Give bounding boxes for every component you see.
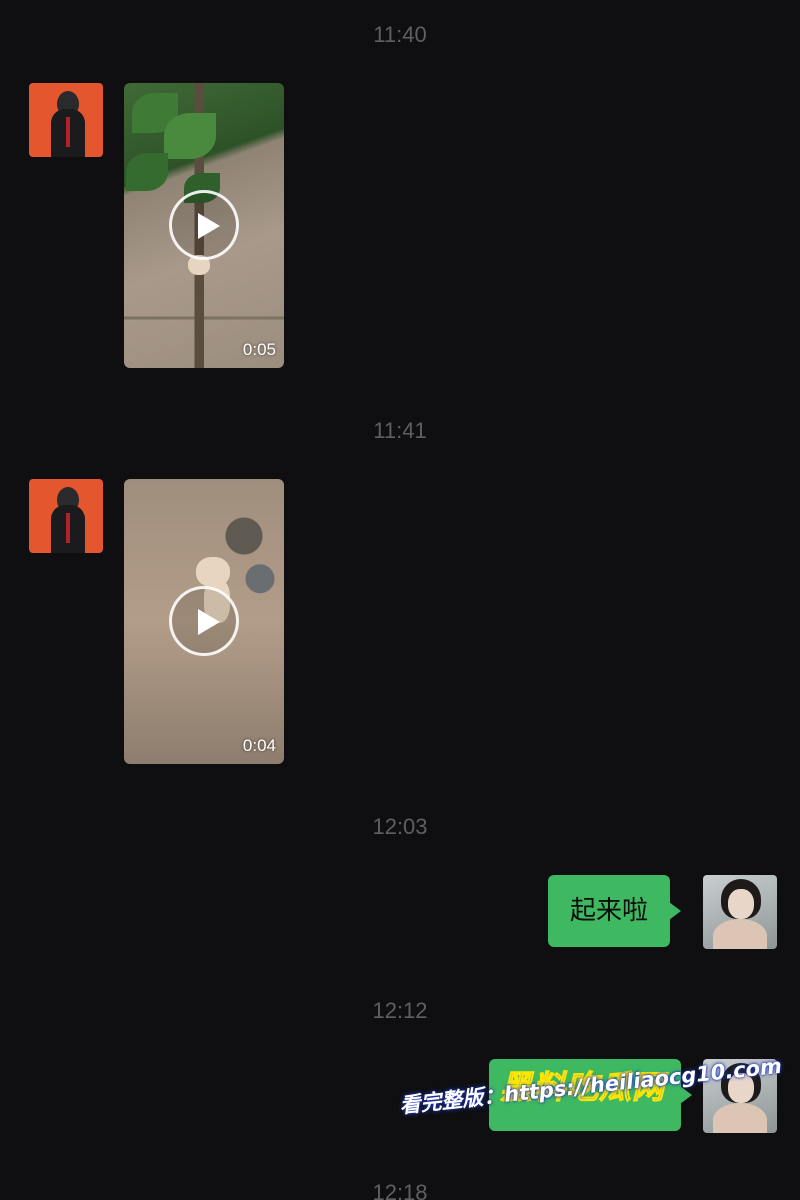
avatar-figure-tie [66,513,70,543]
sent-message-bubble[interactable]: 起来啦 [548,875,682,947]
video-duration: 0:05 [242,340,276,359]
play-icon[interactable] [169,190,239,260]
chat-screen: 11:40 0:05 11:41 0:04 12:03 起来啦 12:12 12… [0,0,800,1200]
self-avatar[interactable] [703,875,777,949]
avatar-face [728,889,754,919]
play-icon[interactable] [169,586,239,656]
video-message[interactable]: 0:05 [124,83,284,368]
avatar-figure-tie [66,117,70,147]
timestamp: 12:03 [372,814,428,839]
timestamp: 11:41 [373,418,427,443]
contact-avatar[interactable] [29,83,103,157]
video-message[interactable]: 0:04 [124,479,284,764]
timestamp: 12:18 [372,1180,428,1200]
avatar-shoulder [713,1103,767,1133]
video-thumbnail-leaf [126,153,168,191]
contact-avatar[interactable] [29,479,103,553]
video-thumbnail-leaf [164,113,216,159]
video-duration: 0:04 [242,736,276,755]
timestamp: 12:12 [372,998,428,1023]
timestamp: 11:40 [373,22,427,47]
avatar-shoulder [713,919,767,949]
